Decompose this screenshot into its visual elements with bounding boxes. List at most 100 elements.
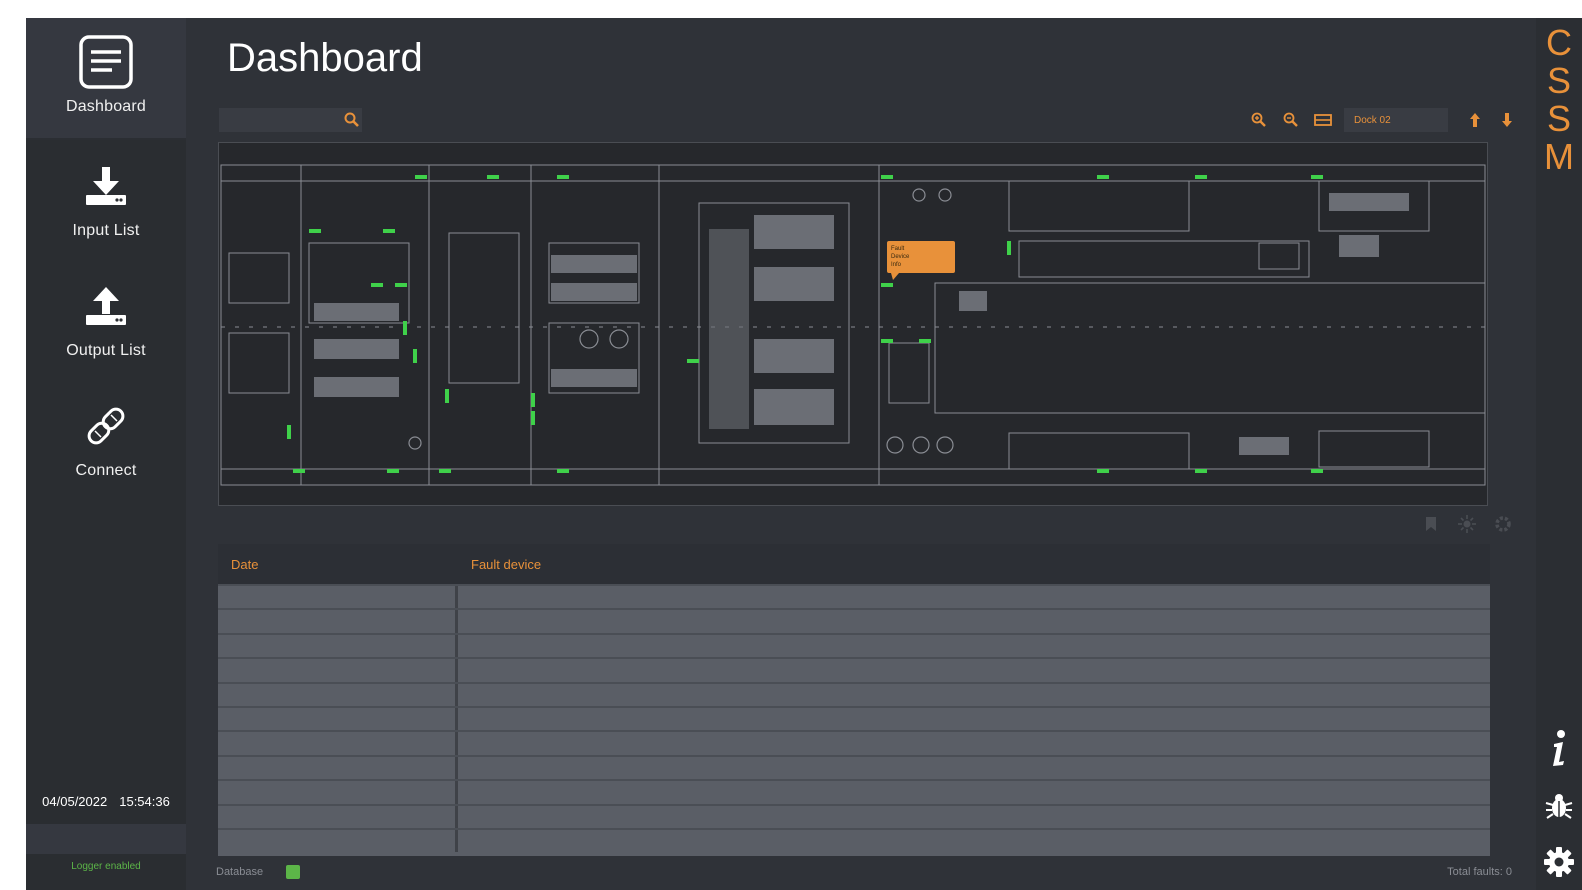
bug-icon: [1545, 794, 1573, 819]
table-row[interactable]: [218, 681, 1490, 706]
info-icon: [1553, 730, 1565, 766]
sidebar-item-dashboard[interactable]: Dashboard: [26, 18, 186, 138]
date-text: 04/05/2022: [42, 794, 108, 809]
total-faults: Total faults: 0: [1447, 866, 1512, 878]
arrow-up-icon: [1470, 113, 1480, 127]
time-text: 15:54:36: [119, 794, 170, 809]
gear-icon: [1495, 516, 1511, 532]
table-header: Date Fault device: [218, 544, 1490, 584]
cell-date: [218, 781, 458, 804]
cell-date: [218, 659, 458, 682]
table-row[interactable]: [218, 608, 1490, 633]
table-row[interactable]: [218, 754, 1490, 780]
cell-date: [218, 829, 458, 853]
datetime-display: 04/05/2022 15:54:36: [26, 794, 186, 809]
search-button[interactable]: [338, 108, 366, 132]
cell-fault-device: [458, 781, 1490, 804]
cell-fault-device: [458, 756, 1490, 780]
popup-line: Device: [891, 254, 910, 260]
table-row[interactable]: [218, 730, 1490, 755]
cell-fault-device: [458, 805, 1490, 828]
table-row[interactable]: [218, 657, 1490, 682]
sidebar-item-label: Input List: [72, 222, 140, 239]
cell-date: [218, 707, 458, 731]
app-logo: C S S M: [1536, 24, 1582, 176]
zoom-in-icon: [1251, 112, 1266, 127]
move-down-button[interactable]: [1494, 108, 1520, 132]
table-row[interactable]: [218, 779, 1490, 804]
table-row[interactable]: [218, 584, 1490, 609]
search-icon: [344, 112, 359, 127]
database-label: Database: [216, 866, 264, 878]
popup-line: Fault: [891, 246, 905, 252]
sidebar: Dashboard Input List Output List Connect…: [26, 18, 186, 890]
sidebar-item-output-list[interactable]: Output List: [26, 262, 186, 382]
link-icon: [78, 398, 134, 454]
move-up-button[interactable]: [1462, 108, 1488, 132]
fault-table: Date Fault device: [218, 544, 1490, 856]
download-icon: [78, 158, 134, 214]
bookmark-button[interactable]: [1418, 512, 1444, 536]
logo-letter: S: [1546, 60, 1571, 101]
table-body: [218, 584, 1490, 853]
arrow-down-icon: [1502, 113, 1512, 127]
cell-date: [218, 756, 458, 780]
dashboard-icon: [78, 34, 134, 90]
database-status-indicator: [286, 865, 300, 879]
cell-fault-device: [458, 732, 1490, 755]
floor-plan-map[interactable]: Fault Device Info: [218, 142, 1488, 506]
logo-letter: M: [1544, 136, 1574, 177]
cell-date: [218, 805, 458, 828]
fit-view-icon: [1314, 114, 1332, 126]
dock-select[interactable]: Dock 02: [1344, 108, 1448, 132]
cell-date: [218, 634, 458, 658]
cell-fault-device: [458, 610, 1490, 633]
column-header-date[interactable]: Date: [218, 544, 458, 584]
gear-icon: [1544, 847, 1574, 877]
settings-button[interactable]: [1536, 840, 1582, 884]
sidebar-item-label: Connect: [75, 462, 137, 479]
logger-panel: [26, 824, 186, 854]
map-settings-button[interactable]: [1490, 512, 1516, 536]
zoom-out-button[interactable]: [1278, 108, 1304, 132]
bug-report-button[interactable]: [1536, 784, 1582, 828]
popup-line: Info: [891, 262, 902, 268]
cell-date: [218, 732, 458, 755]
fault-popup[interactable]: Fault Device Info: [887, 241, 955, 280]
cell-fault-device: [458, 634, 1490, 658]
page-title: Dashboard: [227, 36, 423, 80]
map-toolbar: Dock 02: [1240, 108, 1520, 132]
table-row[interactable]: [218, 632, 1490, 658]
zoom-in-button[interactable]: [1246, 108, 1272, 132]
cell-date: [218, 610, 458, 633]
sidebar-item-label: Output List: [66, 342, 146, 359]
sidebar-item-label: Dashboard: [65, 98, 147, 115]
sidebar-item-connect[interactable]: Connect: [26, 382, 186, 502]
column-header-fault-device[interactable]: Fault device: [458, 544, 1490, 584]
table-row[interactable]: [218, 827, 1490, 853]
logo-letter: S: [1546, 98, 1571, 139]
map-tools: [1408, 512, 1516, 536]
cell-date: [218, 683, 458, 706]
table-row[interactable]: [218, 803, 1490, 828]
cell-date: [218, 586, 458, 609]
info-button[interactable]: [1536, 726, 1582, 770]
logo-letter: C: [1546, 22, 1572, 63]
zoom-out-icon: [1283, 112, 1298, 127]
upload-icon: [78, 278, 134, 334]
right-rail: C S S M: [1536, 18, 1582, 890]
cell-fault-device: [458, 659, 1490, 682]
table-row[interactable]: [218, 705, 1490, 731]
app-window: Dashboard Input List Output List Connect…: [26, 18, 1582, 890]
cell-fault-device: [458, 707, 1490, 731]
sidebar-item-input-list[interactable]: Input List: [26, 142, 186, 262]
logger-status: Logger enabled: [71, 861, 141, 872]
floor-plan-drawing: Fault Device Info: [220, 164, 1486, 486]
sun-icon: [1458, 515, 1476, 533]
cell-fault-device: [458, 586, 1490, 609]
bookmark-icon: [1426, 517, 1436, 531]
cell-fault-device: [458, 683, 1490, 706]
cell-fault-device: [458, 829, 1490, 853]
highlight-button[interactable]: [1454, 512, 1480, 536]
fit-view-button[interactable]: [1310, 108, 1336, 132]
